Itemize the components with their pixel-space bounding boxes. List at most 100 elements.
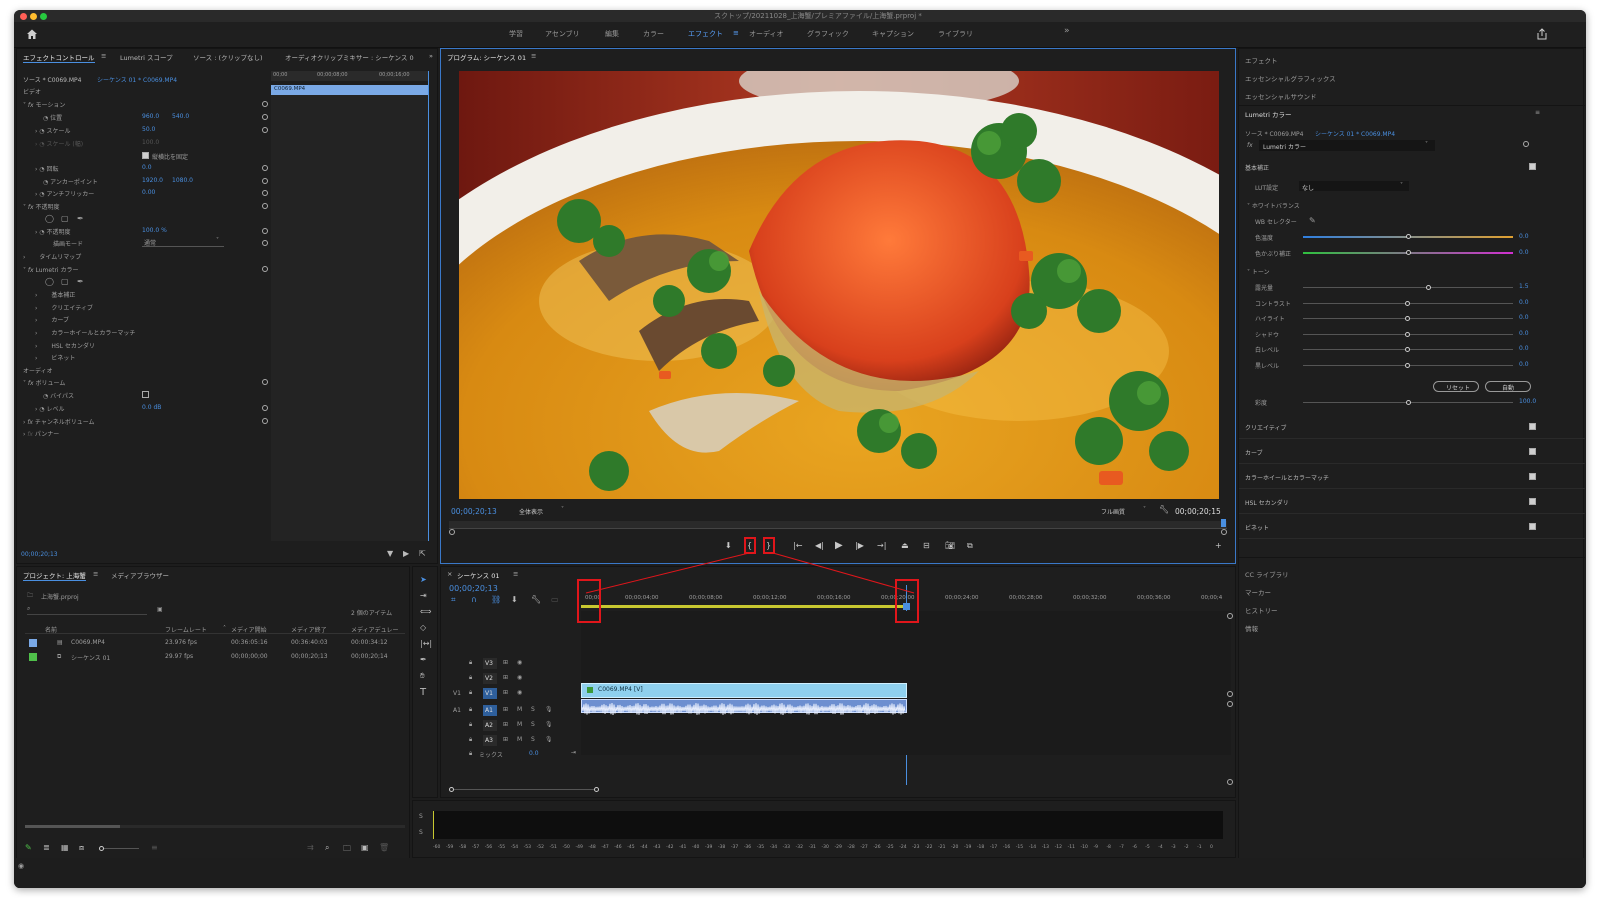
lumetri-section[interactable]: クリエイティブ <box>1239 419 1585 439</box>
meter-tick-label: -41 <box>679 845 687 850</box>
audio-meter-panel: S S -60 -59 -58 -57 -56 -55 -54 -53 -52 -51 -50 -49… <box>412 800 1236 858</box>
tone-slider[interactable] <box>1303 316 1513 322</box>
tone-slider-value[interactable]: 0.0 <box>1519 299 1529 306</box>
meter-tick-label: -55 <box>497 845 506 850</box>
panel-cc-libraries[interactable]: CC ライブラリ <box>1245 569 1289 579</box>
tint-slider[interactable] <box>1303 250 1513 255</box>
panel-markers[interactable]: マーカー <box>1245 587 1271 597</box>
meter-tick-label: -57 <box>471 845 480 850</box>
meter-tick-label: -21 <box>938 845 946 850</box>
solo-button-label[interactable]: S <box>419 829 423 836</box>
tone-slider-value[interactable]: 0.0 <box>1519 330 1529 337</box>
section-enable-checkbox[interactable] <box>1529 498 1536 505</box>
panel-essential-sound[interactable]: エッセンシャルサウンド <box>1245 91 1317 101</box>
meter-tick-label: -22 <box>925 845 933 850</box>
meter-tick-label: -6 <box>1132 845 1137 850</box>
meter-tick-label: -26 <box>873 845 881 850</box>
meter-tick-label: -27 <box>860 845 868 850</box>
lut-label: LUT設定 <box>1255 185 1279 192</box>
tone-slider[interactable] <box>1303 363 1513 368</box>
wb-group[interactable]: ˅ ホワイトバランス <box>1247 201 1300 210</box>
panel-history[interactable]: ヒストリー <box>1245 605 1278 615</box>
lumetri-section-label: カラーホイールとカラーマッチ <box>1245 475 1330 482</box>
basic-enable-checkbox[interactable] <box>1529 163 1536 170</box>
lumetri-effect-value: Lumetri カラー <box>1263 144 1306 151</box>
saturation-value[interactable]: 100.0 <box>1519 398 1536 405</box>
meter-tick-label: -30 <box>821 845 829 850</box>
auto-button[interactable]: 自動 <box>1485 381 1531 392</box>
temperature-slider[interactable] <box>1303 234 1513 239</box>
temperature-label: 色温度 <box>1255 235 1274 242</box>
meter-tick-label: -40 <box>692 845 700 850</box>
lumetri-section[interactable]: カラーホイールとカラーマッチ <box>1239 469 1585 489</box>
tone-slider[interactable] <box>1303 285 1513 290</box>
panel-menu-icon[interactable]: ≡ <box>1535 109 1540 116</box>
meter-tick-label: -8 <box>1106 845 1111 850</box>
tone-slider-label: 露光量 <box>1255 285 1274 292</box>
meter-tick-label: -10 <box>1080 845 1088 850</box>
saturation-slider[interactable] <box>1303 400 1513 405</box>
chevron-down-icon: ˅ <box>1400 182 1403 189</box>
tone-slider-value[interactable]: 0.0 <box>1519 361 1529 368</box>
meter-tick-label: -39 <box>704 845 713 850</box>
lumetri-source[interactable]: ソース * C0069.MP4 <box>1245 129 1304 138</box>
saturation-label: 彩度 <box>1255 400 1268 407</box>
tone-slider-label: 白レベル <box>1255 347 1280 355</box>
lumetri-section-label: HSL セカンダリ <box>1245 500 1289 507</box>
meter-tick-label: -9 <box>1093 845 1098 850</box>
status-icon: ◉ <box>18 862 25 870</box>
lumetri-section[interactable]: ビネット <box>1239 519 1585 539</box>
meter-tick-label: -15 <box>1015 845 1024 850</box>
tone-slider[interactable] <box>1303 347 1513 353</box>
panel-effects[interactable]: エフェクト <box>1245 55 1278 65</box>
solo-button-label[interactable]: S <box>419 813 423 820</box>
tone-slider[interactable] <box>1303 331 1513 337</box>
meter-tick-label: -14 <box>1028 845 1037 850</box>
tint-value[interactable]: 0.0 <box>1519 249 1529 256</box>
meter-tick-label: -4 <box>1158 845 1163 850</box>
tone-slider-row: 白レベル 0.0 <box>1239 345 1585 357</box>
lumetri-panel-title[interactable]: Lumetri カラー <box>1245 109 1292 119</box>
lumetri-effect-select[interactable]: Lumetri カラー ˅ <box>1259 140 1435 151</box>
section-enable-checkbox[interactable] <box>1529 448 1536 455</box>
meter-tick-label: -16 <box>1002 845 1011 850</box>
reset-button-label: リセット <box>1446 385 1471 392</box>
section-enable-checkbox[interactable] <box>1529 473 1536 480</box>
meter-tick-label: -52 <box>536 845 544 850</box>
tone-slider-value[interactable]: 0.0 <box>1519 314 1529 321</box>
tone-slider[interactable] <box>1303 300 1513 306</box>
lumetri-section[interactable]: HSL セカンダリ <box>1239 494 1585 514</box>
lumetri-section-label: ビネット <box>1245 525 1270 532</box>
reset-button[interactable]: リセット <box>1433 381 1479 392</box>
meter-tick-label: -49 <box>575 845 583 850</box>
tone-group[interactable]: ˅ トーン <box>1247 267 1270 276</box>
auto-button-label: 自動 <box>1502 385 1515 392</box>
reset-icon[interactable] <box>1523 141 1529 147</box>
lut-dropdown[interactable]: なし ˅ <box>1299 181 1409 192</box>
eyedropper-icon[interactable]: ✎ <box>1309 216 1316 225</box>
meter-tick-label: -48 <box>588 845 596 850</box>
lumetri-sequence[interactable]: シーケンス 01 * C0069.MP4 <box>1315 129 1395 138</box>
meter-tick-label: -56 <box>484 845 493 850</box>
section-enable-checkbox[interactable] <box>1529 523 1536 530</box>
meter-tick-label: -36 <box>743 845 752 850</box>
panel-essential-graphics[interactable]: エッセンシャルグラフィックス <box>1245 73 1336 83</box>
tone-slider-value[interactable]: 0.0 <box>1519 345 1529 352</box>
lumetri-section[interactable]: カーブ <box>1239 444 1585 464</box>
tone-slider-row: 黒レベル 0.0 <box>1239 361 1585 373</box>
meter-tick-label: -44 <box>640 845 648 850</box>
panel-info[interactable]: 情報 <box>1245 623 1258 633</box>
meter-tick-label: -58 <box>458 845 467 850</box>
tone-slider-label: ハイライト <box>1255 316 1285 324</box>
meter-tick-label: -32 <box>795 845 803 850</box>
temperature-value[interactable]: 0.0 <box>1519 233 1529 240</box>
meter-tick-label: -13 <box>1041 845 1050 850</box>
meter-tick-label: -17 <box>989 845 998 850</box>
tone-slider-value[interactable]: 1.5 <box>1519 283 1529 290</box>
audio-meter-bar <box>433 811 1223 839</box>
section-basic[interactable]: 基本補正 <box>1245 163 1269 172</box>
meter-tick-label: -28 <box>847 845 855 850</box>
section-enable-checkbox[interactable] <box>1529 423 1536 430</box>
meter-tick-label: -46 <box>614 845 622 850</box>
meter-tick-label: -51 <box>549 845 557 850</box>
